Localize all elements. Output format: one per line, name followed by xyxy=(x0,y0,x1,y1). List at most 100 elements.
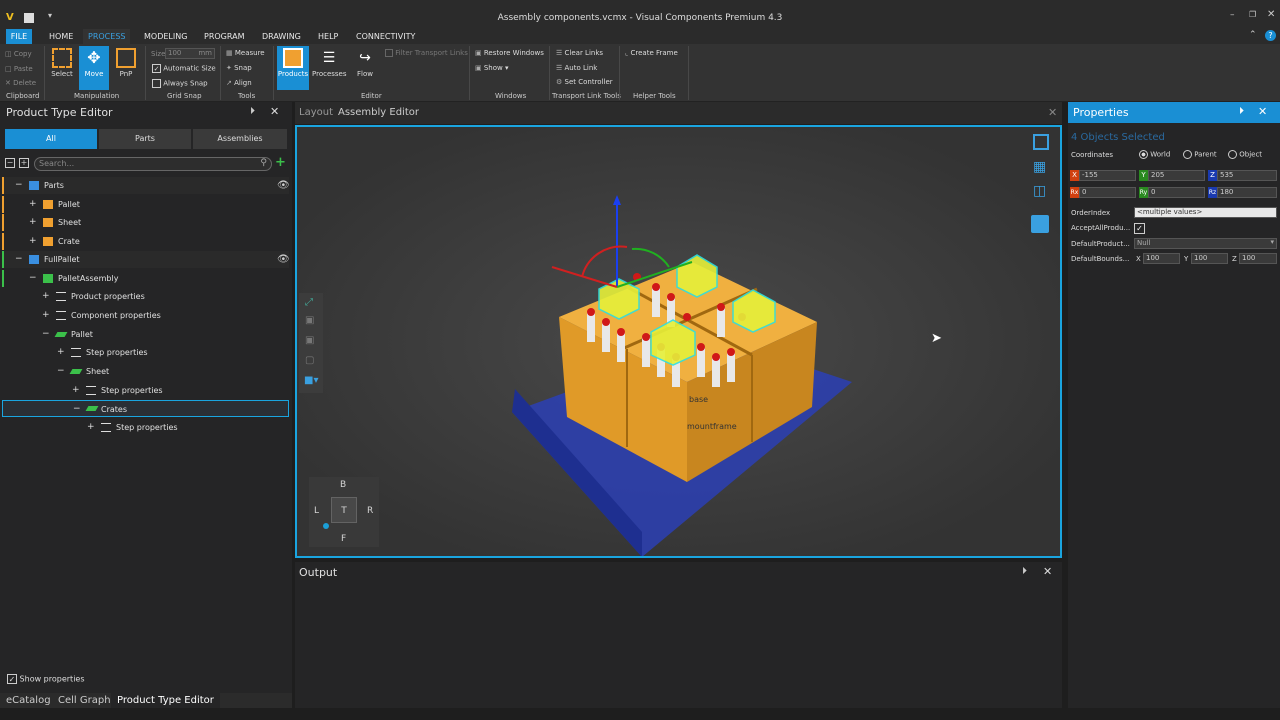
tree-row[interactable]: − Sheet xyxy=(2,363,289,380)
pnp-button[interactable]: PnP xyxy=(111,46,141,90)
expand-toggle[interactable]: + xyxy=(29,196,37,213)
bounds-y-field[interactable]: 100 xyxy=(1191,253,1228,264)
navigation-cube[interactable]: B L T R F xyxy=(309,477,379,547)
grid-size-input[interactable]: 100 mm xyxy=(165,48,215,59)
expand-toggle[interactable]: + xyxy=(57,344,65,361)
align-view-icon[interactable]: ◫ xyxy=(1033,183,1046,199)
nav-right[interactable]: R xyxy=(367,506,373,516)
collapse-ribbon-icon[interactable]: ⌃ xyxy=(1249,30,1257,40)
tree-row[interactable]: − PalletAssembly xyxy=(2,270,289,287)
show-properties-checkbox[interactable]: ✓ Show properties xyxy=(7,674,85,684)
tab-drawing[interactable]: DRAWING xyxy=(257,29,306,44)
nav-top[interactable]: T xyxy=(331,497,357,523)
tab-layout[interactable]: Layout xyxy=(299,107,333,118)
tree-row[interactable]: − Parts 👁 xyxy=(2,177,290,194)
accept-all-products-checkbox[interactable]: ✓ xyxy=(1134,223,1145,234)
nav-front[interactable]: F xyxy=(341,534,346,544)
expand-toggle[interactable]: + xyxy=(87,419,95,436)
processes-button[interactable]: ☰ Processes xyxy=(312,46,347,90)
add-icon[interactable]: + xyxy=(275,155,286,170)
filter-tab-parts[interactable]: Parts xyxy=(99,129,191,149)
render-mode-icon[interactable] xyxy=(1031,215,1049,233)
tab-modeling[interactable]: MODELING xyxy=(139,29,192,44)
restore-windows-button[interactable]: ▣ Restore Windows xyxy=(475,49,544,57)
collapse-toggle[interactable]: − xyxy=(15,177,23,194)
tree-row-selected[interactable]: − Crates xyxy=(2,400,289,417)
set-controller-button[interactable]: ⚙ Set Controller xyxy=(556,78,613,86)
pan-icon[interactable]: ▣ xyxy=(305,335,314,346)
copy-button[interactable]: ◫ Copy xyxy=(5,50,32,58)
tab-ecatalog[interactable]: eCatalog xyxy=(6,693,51,708)
products-button[interactable]: Products xyxy=(277,46,309,90)
tree-row[interactable]: + Crate xyxy=(2,233,289,250)
box-icon[interactable]: ▢ xyxy=(305,355,314,366)
nav-left[interactable]: L xyxy=(314,506,319,516)
tab-help[interactable]: HELP xyxy=(313,29,343,44)
snap-button[interactable]: ✦ Snap xyxy=(226,64,252,72)
coord-world-radio[interactable]: World xyxy=(1139,150,1170,159)
collapse-toggle[interactable]: − xyxy=(73,401,81,418)
x-field[interactable]: -155 xyxy=(1079,170,1136,181)
expand-toggle[interactable]: + xyxy=(42,307,50,324)
close-output-icon[interactable]: ✕ xyxy=(1043,565,1052,578)
filter-transport-links-checkbox[interactable]: Filter Transport Links xyxy=(385,49,468,57)
eye-icon[interactable]: 👁 xyxy=(277,177,290,194)
tab-connectivity[interactable]: CONNECTIVITY xyxy=(351,29,420,44)
expand-toggle[interactable]: + xyxy=(72,382,80,399)
create-frame-button[interactable]: ⌞ Create Frame xyxy=(625,49,678,57)
select-button[interactable]: Select xyxy=(47,46,77,90)
nav-back[interactable]: B xyxy=(340,480,346,490)
bounds-z-field[interactable]: 100 xyxy=(1239,253,1277,264)
close-panel-icon[interactable]: ✕ xyxy=(270,105,279,118)
tree-row[interactable]: + Step properties xyxy=(2,344,289,361)
align-button[interactable]: ↗ Align xyxy=(226,79,252,87)
help-icon[interactable]: ? xyxy=(1265,30,1276,41)
close-tab-icon[interactable]: ✕ xyxy=(1048,106,1057,119)
tree-row[interactable]: + Sheet xyxy=(2,214,289,231)
rx-field[interactable]: 0 xyxy=(1079,187,1136,198)
tab-program[interactable]: PROGRAM xyxy=(199,29,250,44)
filter-tab-all[interactable]: All xyxy=(5,129,97,149)
tree-row[interactable]: + Step properties xyxy=(2,382,289,399)
paste-button[interactable]: □ Paste xyxy=(5,65,33,73)
tab-product-type-editor[interactable]: Product Type Editor xyxy=(111,693,220,708)
collapse-toggle[interactable]: − xyxy=(29,270,37,287)
tree-row[interactable]: + Product properties xyxy=(2,288,289,305)
fit-icon[interactable]: ⤢ xyxy=(305,297,313,308)
order-index-field[interactable]: <multiple values> xyxy=(1134,207,1277,218)
view-cube-icon[interactable] xyxy=(1033,134,1049,150)
tab-home[interactable]: HOME xyxy=(44,29,78,44)
tree-row[interactable]: + Step properties xyxy=(2,419,289,436)
pin-icon[interactable]: ⏵ xyxy=(1239,106,1244,117)
3d-viewport[interactable]: base mountframe ▦ ◫ ⤢ ▣ ▣ ▢ ■▾ B L T R F… xyxy=(295,125,1062,558)
camera-icon[interactable]: ■▾ xyxy=(304,375,318,386)
zoom-icon[interactable]: ▣ xyxy=(305,315,314,326)
restore-button[interactable]: ❐ xyxy=(1249,10,1256,19)
collapse-toggle[interactable]: − xyxy=(57,363,65,380)
automatic-size-checkbox[interactable]: ✓ Automatic Size xyxy=(152,64,216,73)
tab-cell-graph[interactable]: Cell Graph xyxy=(58,693,111,708)
show-windows-dropdown[interactable]: ▣ Show ▾ xyxy=(475,64,509,72)
collapse-toggle[interactable]: − xyxy=(42,326,50,343)
ry-field[interactable]: 0 xyxy=(1148,187,1205,198)
collapse-all-icon[interactable]: − xyxy=(5,158,15,168)
tab-process[interactable]: PROCESS xyxy=(83,29,131,44)
bounds-x-field[interactable]: 100 xyxy=(1143,253,1180,264)
flow-button[interactable]: ↪ Flow xyxy=(350,46,380,90)
auto-link-button[interactable]: ☰ Auto Link xyxy=(556,64,597,72)
tree-row[interactable]: − Pallet xyxy=(2,326,289,343)
tree-row[interactable]: + Component properties xyxy=(2,307,289,324)
grid-view-icon[interactable]: ▦ xyxy=(1033,159,1046,175)
search-input[interactable]: Search... ⚲ xyxy=(34,157,272,171)
tree-row[interactable]: − FullPallet 👁 xyxy=(2,251,290,268)
pin-icon[interactable]: ⏵ xyxy=(1022,566,1027,577)
rz-field[interactable]: 180 xyxy=(1217,187,1277,198)
y-field[interactable]: 205 xyxy=(1148,170,1205,181)
filter-tab-assemblies[interactable]: Assemblies xyxy=(193,129,287,149)
minimize-button[interactable]: – xyxy=(1230,10,1235,20)
pin-icon[interactable]: ⏵ xyxy=(250,106,255,117)
tab-assembly-editor[interactable]: Assembly Editor xyxy=(338,107,419,118)
always-snap-checkbox[interactable]: Always Snap xyxy=(152,79,208,88)
close-properties-icon[interactable]: ✕ xyxy=(1258,105,1267,118)
collapse-toggle[interactable]: − xyxy=(15,251,23,268)
